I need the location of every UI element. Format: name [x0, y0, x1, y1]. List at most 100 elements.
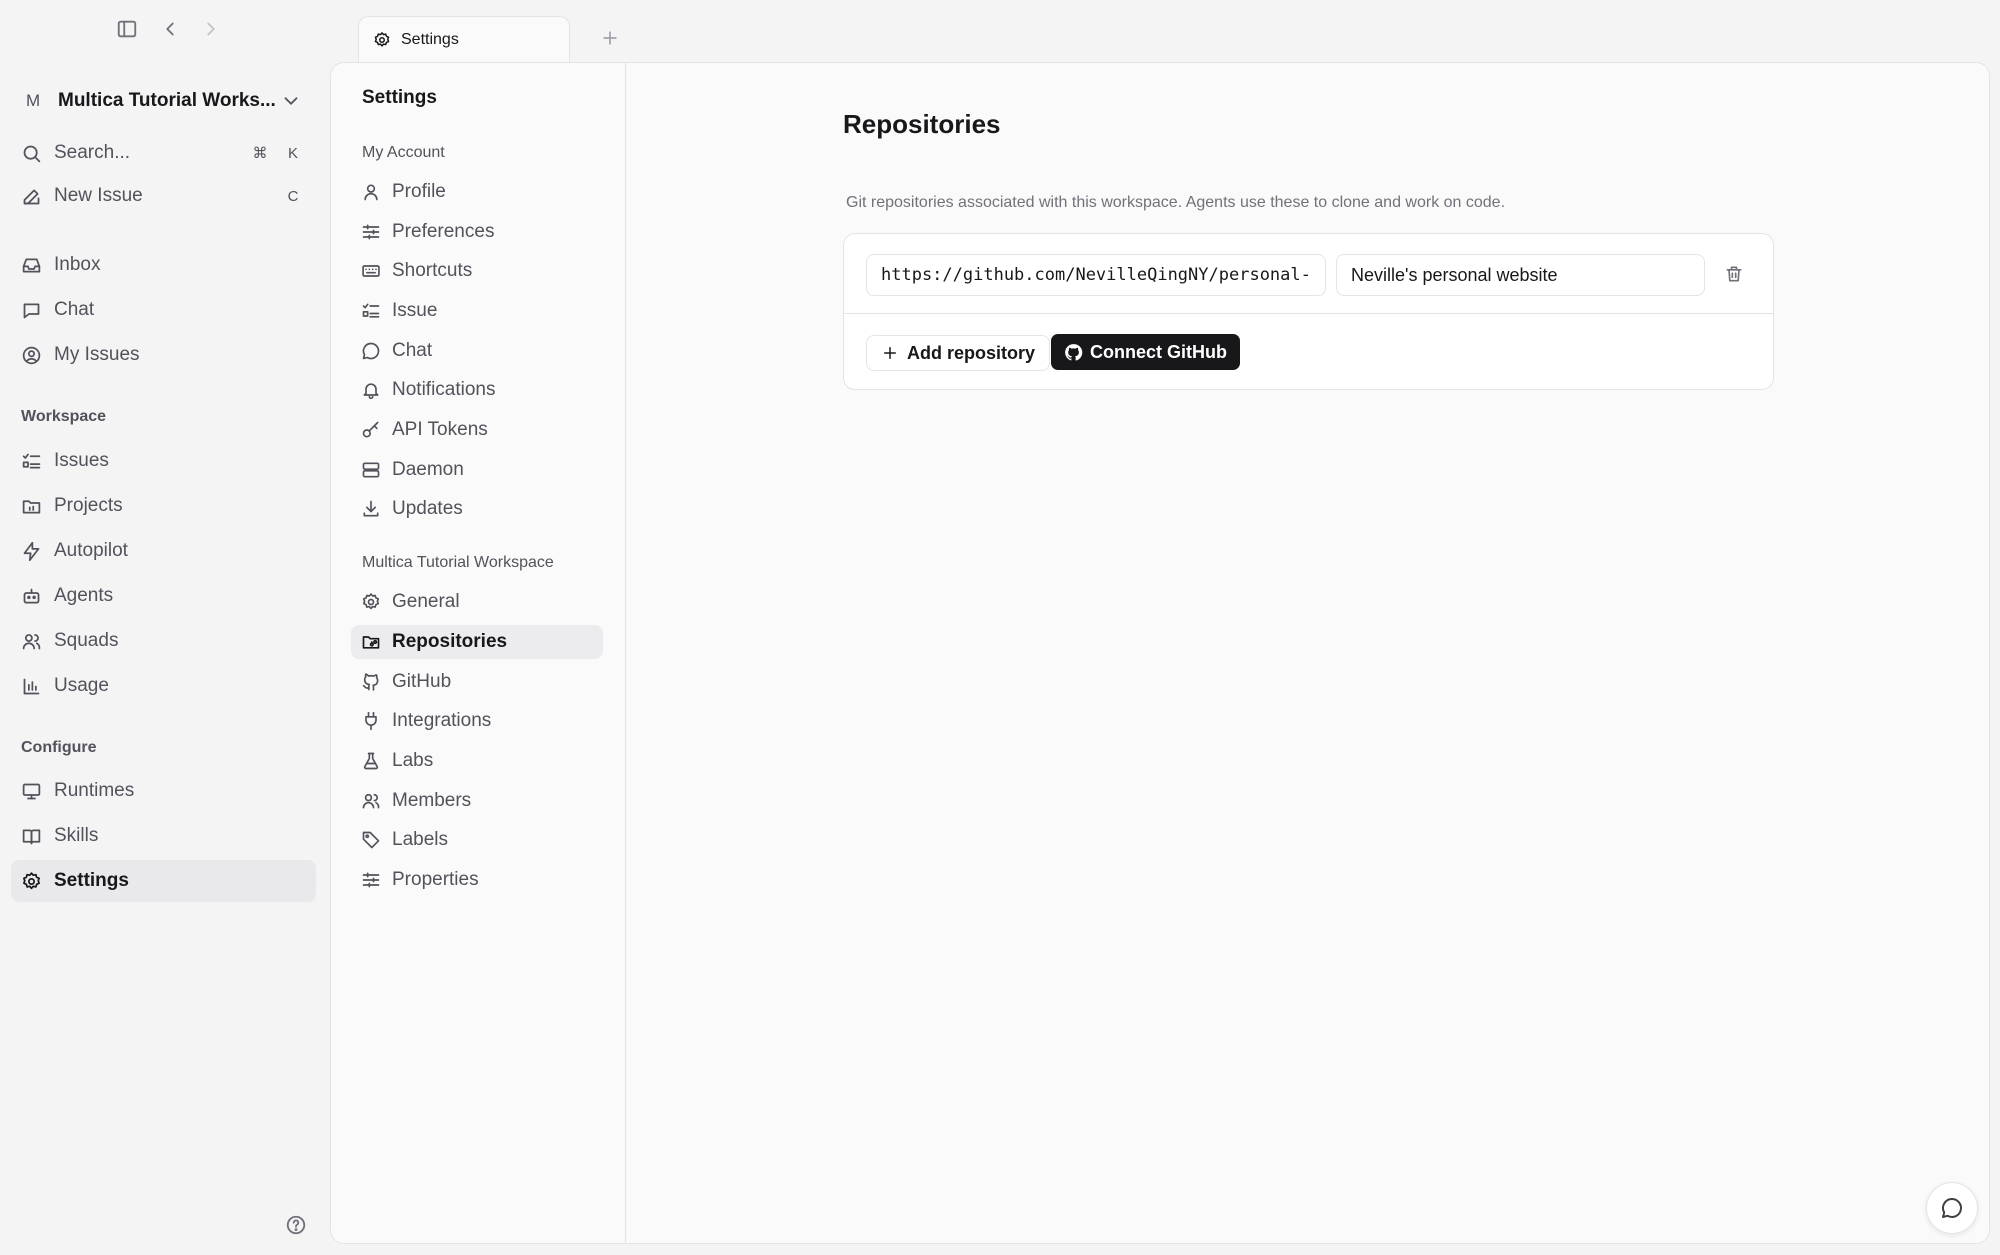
settings-item-repositories[interactable]: Repositories: [351, 625, 603, 659]
app-sidebar: M Multica Tutorial Works... Search... ⌘ …: [0, 0, 328, 1255]
github-icon: [362, 673, 379, 691]
sidebar-item-settings[interactable]: Settings: [11, 860, 316, 902]
list-checks-icon: [362, 303, 380, 318]
chevron-down-icon: [280, 90, 302, 112]
sidebar-item-issues[interactable]: Issues: [11, 440, 316, 482]
repository-description-input[interactable]: [1336, 254, 1705, 296]
plus-icon: [884, 347, 896, 359]
sidebar-item-chat[interactable]: Chat: [11, 289, 316, 331]
gear-icon: [23, 871, 40, 889]
settings-nav: Settings My Account Profile Preferences …: [331, 63, 626, 1243]
settings-item-issue[interactable]: Issue: [351, 294, 603, 328]
sidebar-item-label: Skills: [54, 825, 99, 846]
settings-item-github[interactable]: GitHub: [351, 665, 603, 699]
settings-item-shortcuts[interactable]: Shortcuts: [351, 254, 603, 288]
trash-icon[interactable]: [1724, 264, 1744, 284]
settings-item-label: Members: [392, 790, 472, 811]
settings-item-label: Integrations: [392, 710, 492, 731]
book-icon: [22, 829, 41, 844]
settings-item-label: Repositories: [392, 631, 508, 652]
search-icon: [23, 145, 41, 162]
sliders-icon: [362, 872, 380, 888]
shortcut-mod-key: ⌘: [252, 145, 268, 162]
inbox-icon: [22, 258, 41, 272]
settings-section-workspace: Multica Tutorial Workspace: [362, 554, 554, 571]
sidebar-item-label: Squads: [54, 630, 119, 651]
settings-item-notifications[interactable]: Notifications: [351, 373, 603, 407]
help-icon[interactable]: [285, 1214, 307, 1236]
settings-item-label: General: [392, 591, 460, 612]
sidebar-item-autopilot[interactable]: Autopilot: [11, 530, 316, 572]
chevron-right-icon[interactable]: [200, 18, 222, 40]
keyboard-icon: [362, 265, 380, 277]
sidebar-section-workspace: Workspace: [21, 408, 107, 425]
sidebar-item-runtimes[interactable]: Runtimes: [11, 770, 316, 812]
settings-item-label: Properties: [392, 869, 479, 890]
settings-item-label: Daemon: [392, 459, 464, 480]
workspace-avatar: M: [26, 91, 41, 110]
gear-icon: [362, 593, 380, 610]
server-icon: [362, 462, 380, 478]
settings-item-daemon[interactable]: Daemon: [351, 453, 603, 487]
search-button[interactable]: Search... ⌘ K: [11, 132, 316, 174]
chat-bubble-icon: [1942, 1198, 1962, 1218]
repositories-page: Repositories Git repositories associated…: [627, 63, 1989, 1243]
sidebar-item-squads[interactable]: Squads: [11, 620, 316, 662]
settings-item-chat[interactable]: Chat: [351, 334, 603, 368]
tag-icon: [362, 831, 380, 849]
github-icon: [1065, 343, 1083, 361]
sidebar-item-usage[interactable]: Usage: [11, 665, 316, 707]
sidebar-item-label: Runtimes: [54, 780, 135, 801]
sidebar-item-label: Usage: [54, 675, 109, 696]
settings-item-label: Profile: [392, 181, 446, 202]
flask-icon: [363, 752, 379, 770]
connect-github-button[interactable]: Connect GitHub: [1051, 334, 1240, 370]
settings-item-labs[interactable]: Labs: [351, 744, 603, 778]
settings-item-members[interactable]: Members: [351, 784, 603, 818]
workspace-switcher[interactable]: M Multica Tutorial Works...: [18, 82, 310, 120]
search-label: Search...: [54, 142, 131, 163]
settings-item-preferences[interactable]: Preferences: [351, 215, 603, 249]
workspace-name: Multica Tutorial Works...: [58, 90, 276, 111]
plug-icon: [365, 711, 377, 731]
bot-icon: [23, 588, 40, 603]
settings-item-label: Shortcuts: [392, 260, 473, 281]
chevron-left-icon[interactable]: [159, 18, 181, 40]
folder-git-icon: [362, 636, 380, 649]
settings-item-label: Notifications: [392, 379, 496, 400]
key-icon: [362, 421, 379, 438]
tab-settings[interactable]: Settings: [358, 16, 570, 62]
sidebar-item-inbox[interactable]: Inbox: [11, 244, 316, 286]
settings-item-properties[interactable]: Properties: [351, 863, 603, 897]
shortcut-key: K: [287, 144, 298, 162]
settings-item-general[interactable]: General: [351, 585, 603, 619]
page-description: Git repositories associated with this wo…: [846, 194, 1506, 211]
sidebar-item-label: Autopilot: [54, 540, 128, 561]
settings-item-profile[interactable]: Profile: [351, 175, 603, 209]
new-issue-button[interactable]: New Issue C: [11, 175, 316, 217]
settings-item-api-tokens[interactable]: API Tokens: [351, 413, 603, 447]
sidebar-item-label: Inbox: [54, 254, 101, 275]
repository-row: [844, 234, 1773, 314]
sidebar-item-projects[interactable]: Projects: [11, 485, 316, 527]
settings-item-label: GitHub: [392, 671, 452, 692]
settings-item-label: Preferences: [392, 221, 495, 242]
user-icon: [364, 184, 378, 201]
add-repository-label: Add repository: [907, 342, 1036, 363]
settings-item-integrations[interactable]: Integrations: [351, 704, 603, 738]
sidebar-item-my-issues[interactable]: My Issues: [11, 334, 316, 376]
repository-url-input[interactable]: [866, 254, 1326, 296]
settings-item-labels[interactable]: Labels: [351, 823, 603, 857]
sidebar-item-label: Issues: [54, 450, 109, 471]
settings-item-updates[interactable]: Updates: [351, 492, 603, 526]
user-circle-icon: [22, 346, 41, 364]
chat-fab-button[interactable]: [1926, 1182, 1978, 1234]
add-repository-button[interactable]: Add repository: [866, 335, 1051, 371]
shortcut-key: C: [287, 187, 299, 205]
sidebar-item-skills[interactable]: Skills: [11, 815, 316, 857]
sidebar-toggle-icon[interactable]: [116, 18, 138, 40]
list-checks-icon: [22, 453, 41, 468]
sidebar-item-agents[interactable]: Agents: [11, 575, 316, 617]
new-tab-icon[interactable]: [600, 28, 620, 48]
settings-item-label: Chat: [392, 340, 433, 361]
